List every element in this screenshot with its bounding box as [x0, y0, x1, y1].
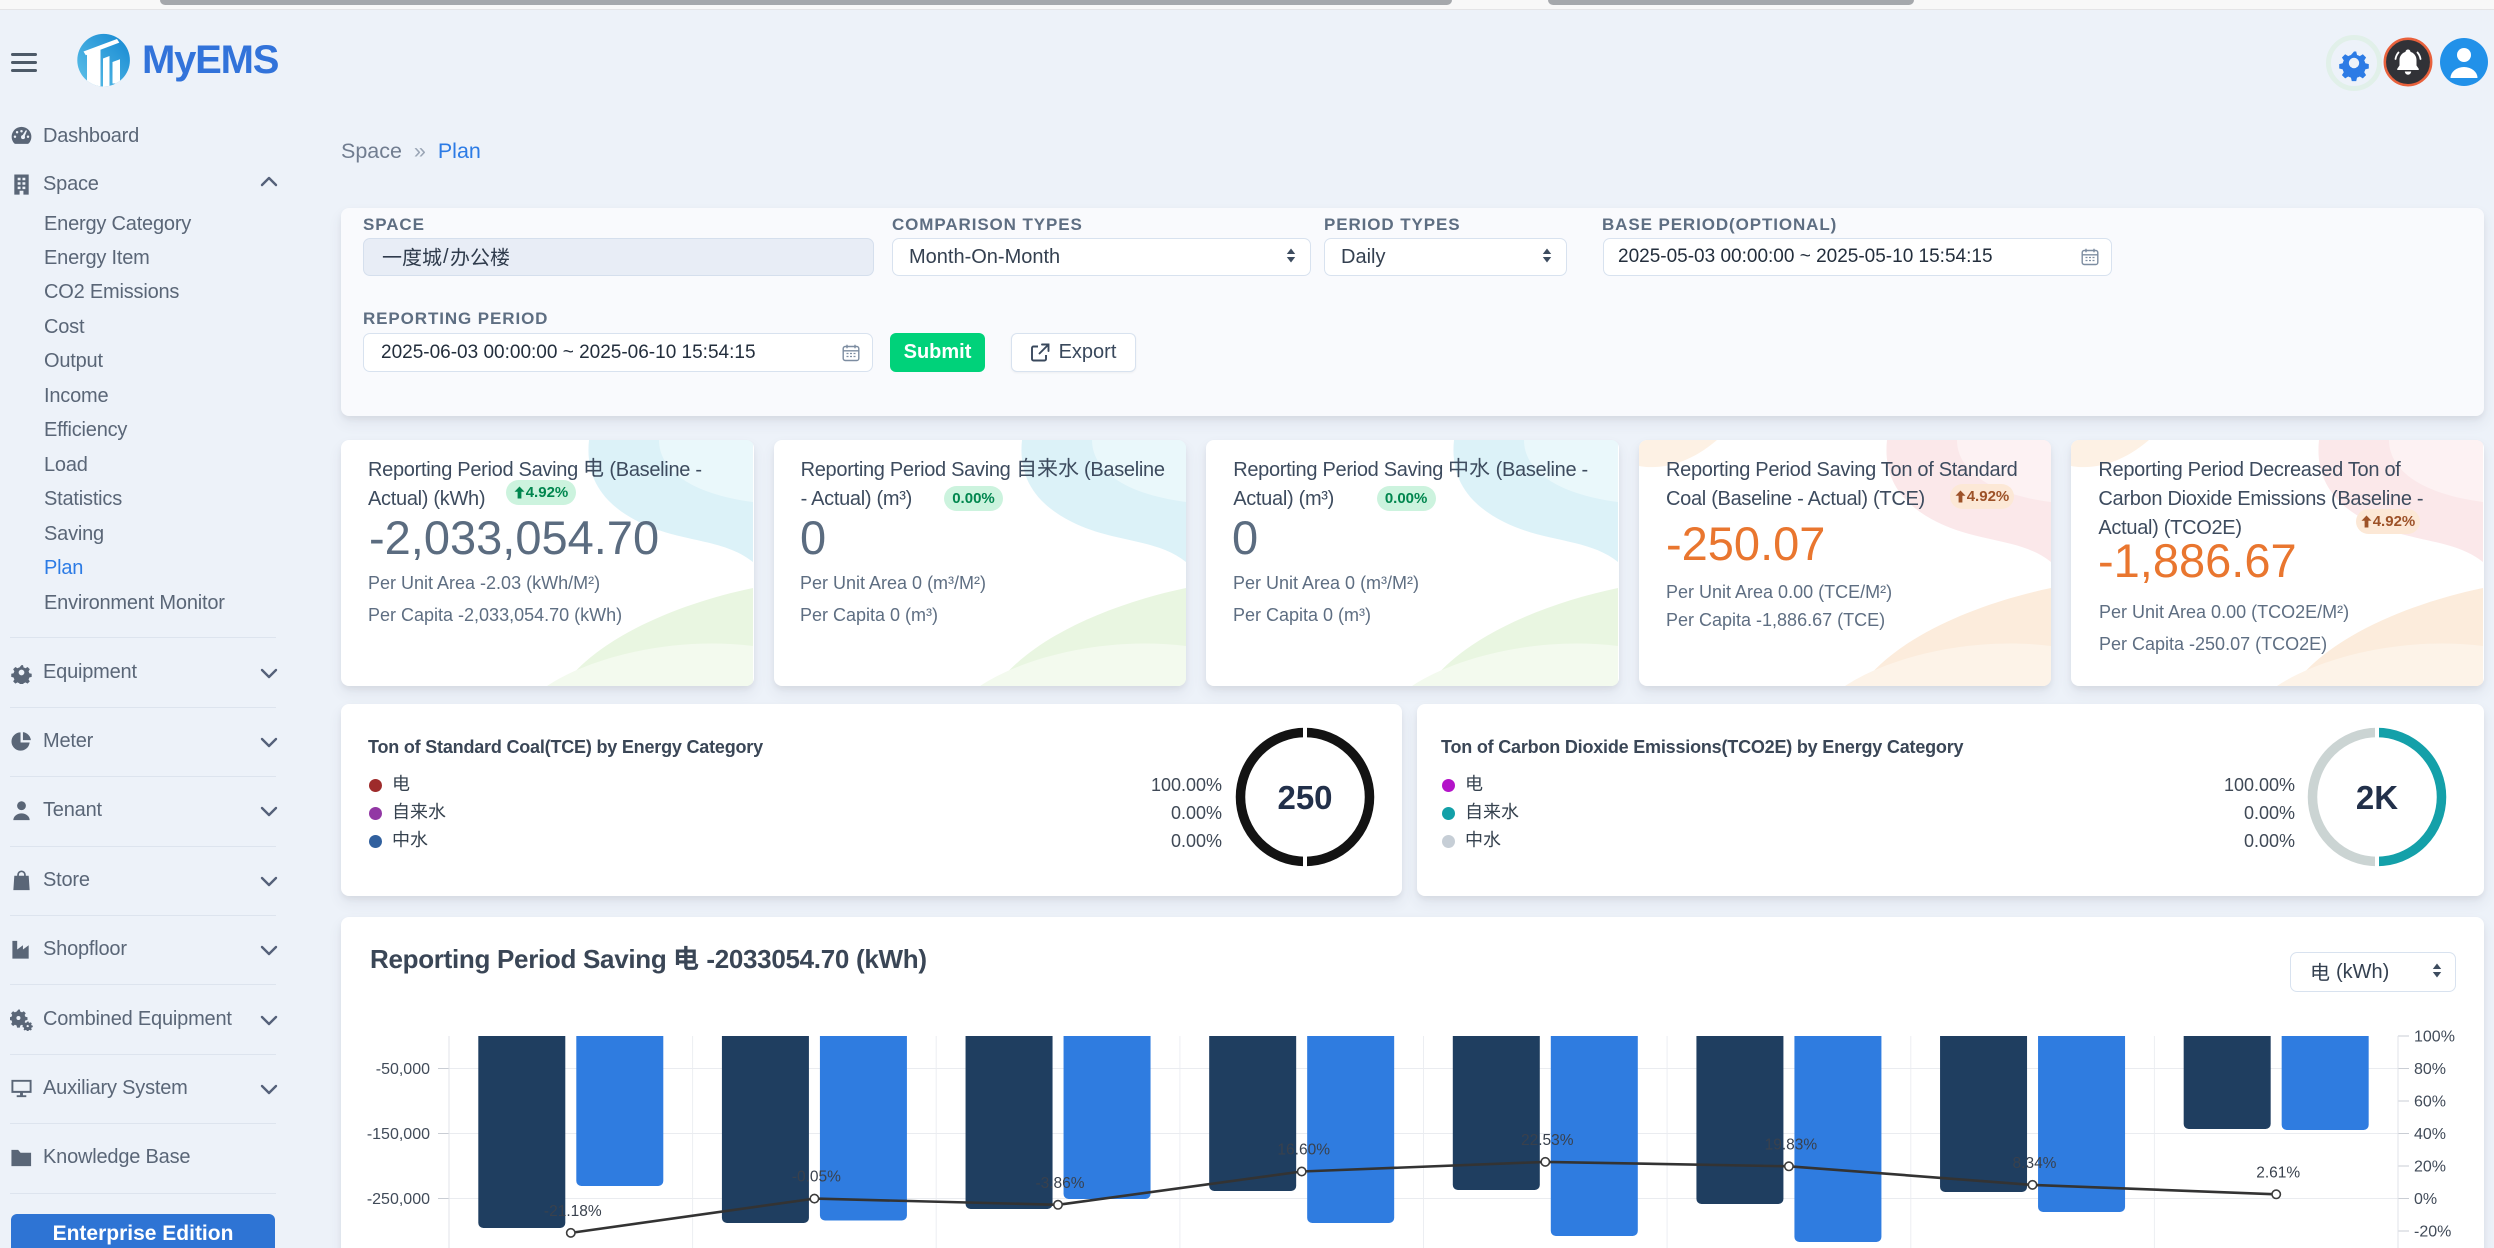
svg-text:-50,000: -50,000: [376, 1061, 430, 1078]
svg-text:-3.86%: -3.86%: [1035, 1175, 1084, 1192]
svg-text:8.34%: 8.34%: [2013, 1155, 2057, 1172]
svg-text:0%: 0%: [2414, 1191, 2437, 1208]
svg-text:40%: 40%: [2414, 1126, 2446, 1143]
svg-text:22.53%: 22.53%: [1521, 1132, 1574, 1149]
svg-text:-150,000: -150,000: [367, 1126, 430, 1143]
svg-text:2K: 2K: [2356, 779, 2398, 816]
svg-text:-0.05%: -0.05%: [792, 1169, 841, 1186]
svg-text:16.60%: 16.60%: [1277, 1142, 1330, 1159]
svg-text:80%: 80%: [2414, 1061, 2446, 1078]
svg-text:19.83%: 19.83%: [1765, 1136, 1818, 1153]
svg-text:2.61%: 2.61%: [2256, 1164, 2300, 1181]
svg-text:-20%: -20%: [2414, 1224, 2451, 1241]
svg-text:60%: 60%: [2414, 1094, 2446, 1111]
svg-text:250: 250: [1277, 779, 1332, 816]
svg-text:100%: 100%: [2414, 1029, 2455, 1046]
svg-text:-250,000: -250,000: [367, 1191, 430, 1208]
svg-text:-21.18%: -21.18%: [544, 1203, 602, 1220]
svg-text:20%: 20%: [2414, 1159, 2446, 1176]
